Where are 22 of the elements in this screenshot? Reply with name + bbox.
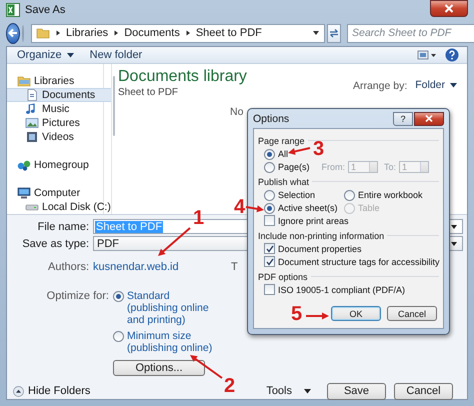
from-label: From:	[322, 162, 346, 172]
authors-label: Authors:	[47, 260, 90, 272]
step-number: 4	[234, 197, 246, 217]
step-number: 2	[224, 376, 236, 396]
step-number: 3	[313, 139, 324, 159]
dialog-title: Options	[253, 112, 290, 124]
optimize-label: Optimize for:	[46, 290, 110, 303]
arrange-by-label: Arrange by:	[352, 80, 408, 92]
step-number: 1	[193, 208, 204, 228]
empty-message: No	[230, 106, 244, 118]
file-name-label: File name:	[36, 220, 90, 232]
save-type-label: Save as type:	[21, 238, 90, 250]
section-heading: Include non-printing information	[258, 230, 384, 240]
section-heading: Page range	[258, 136, 305, 146]
to-label: To:	[384, 162, 396, 172]
window-title: Save As	[25, 4, 66, 16]
step-number: 5	[291, 304, 302, 324]
metadata-label: T	[231, 260, 238, 272]
library-title: Documents library	[118, 68, 247, 86]
library-subtitle: Sheet to PDF	[118, 87, 180, 98]
section-heading: Publish what	[258, 176, 310, 186]
section-heading: PDF options	[258, 272, 308, 282]
